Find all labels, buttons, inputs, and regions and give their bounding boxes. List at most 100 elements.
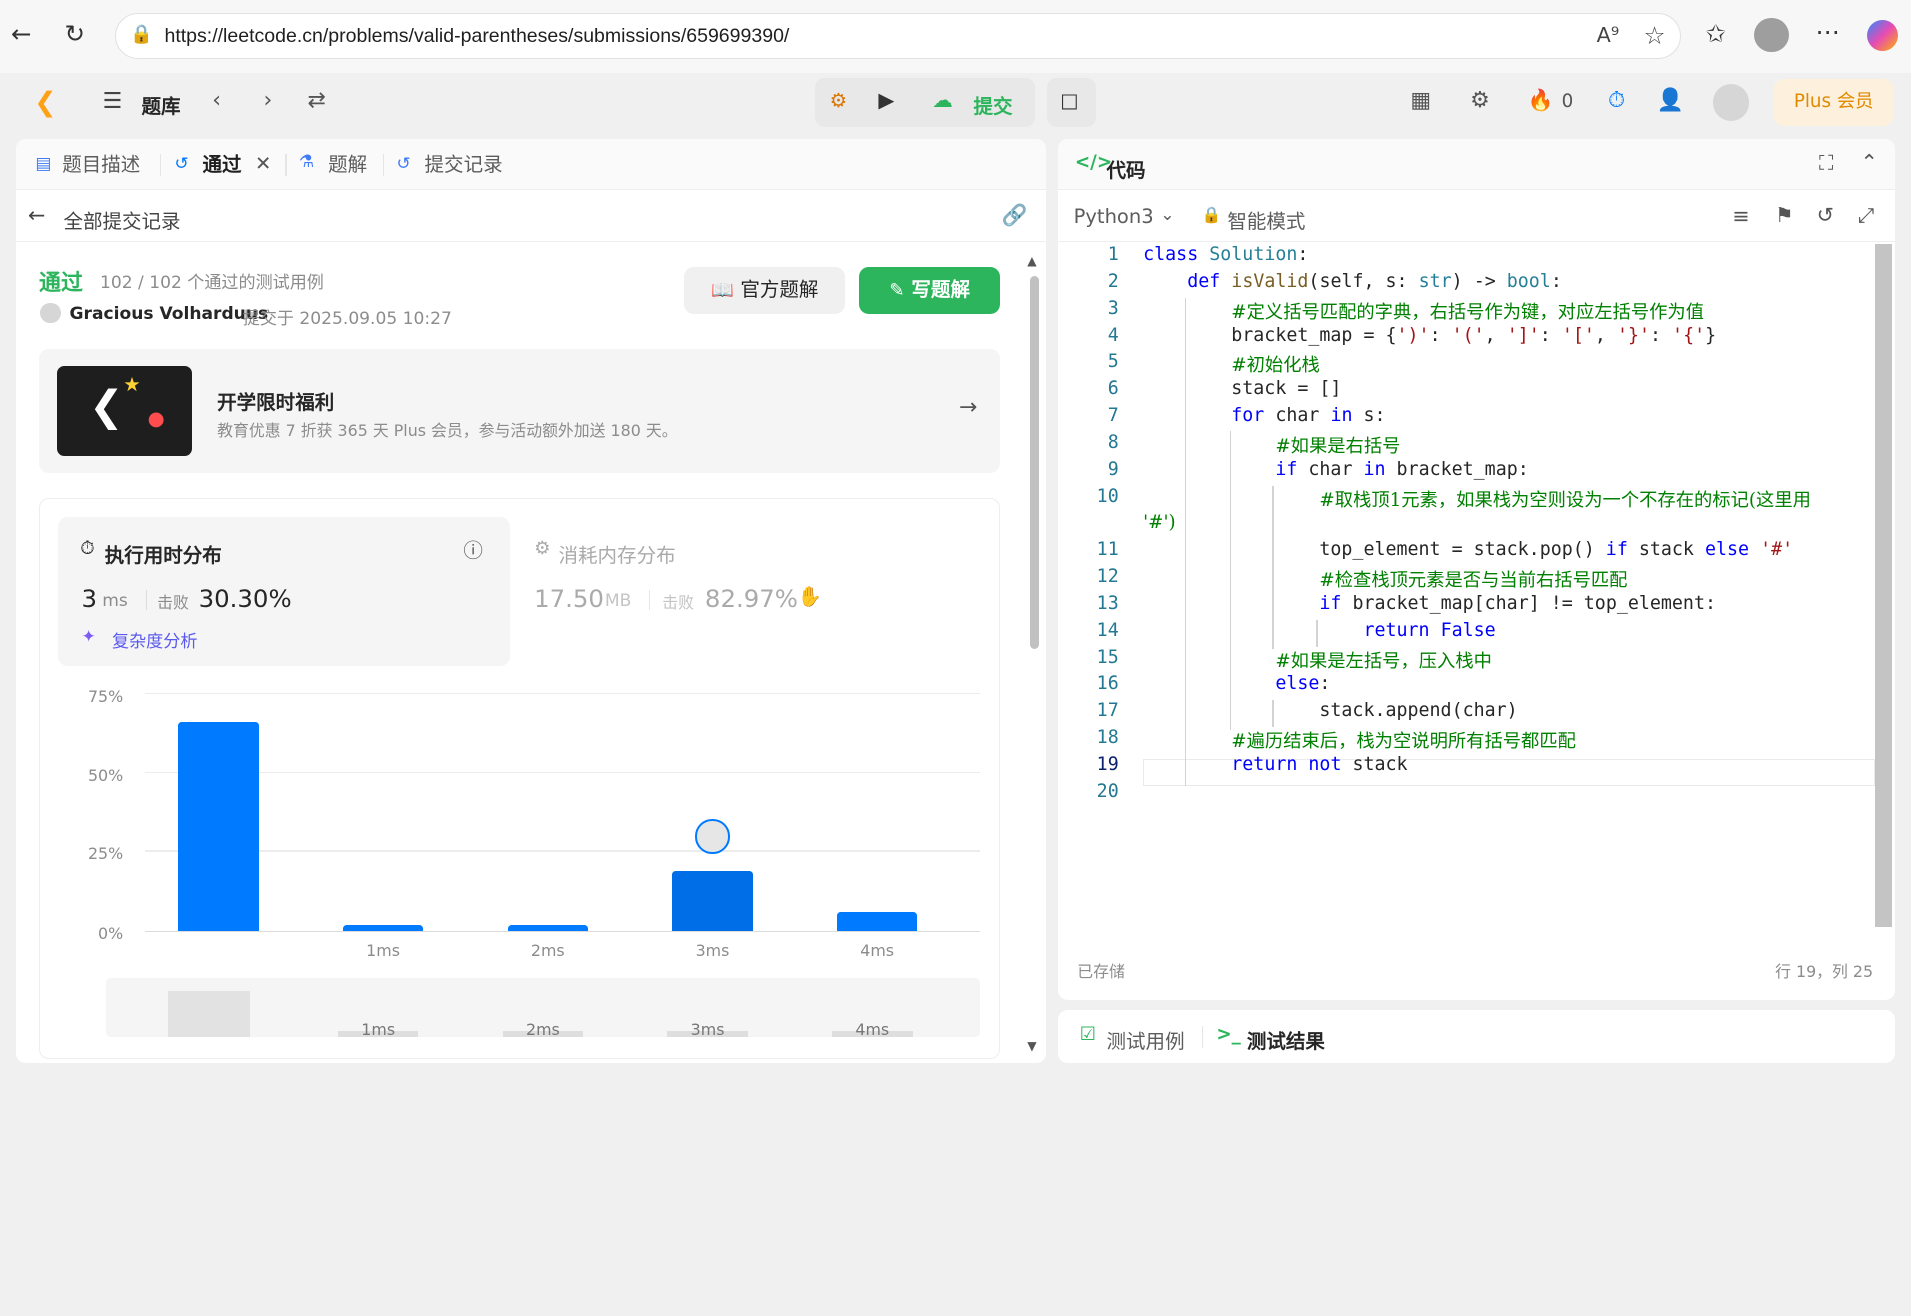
back-arrow-icon[interactable]: ←: [11, 21, 31, 46]
line-number: 17: [1096, 700, 1119, 722]
y-tick-label: 0%: [98, 923, 124, 943]
smart-mode[interactable]: 智能模式: [1227, 205, 1305, 234]
leetcode-logo-icon[interactable]: ❮: [34, 87, 56, 118]
browser-toolbar: ← ↻ 🔒 https://leetcode.cn/problems/valid…: [0, 0, 1911, 74]
line-number: 15: [1096, 646, 1119, 668]
minimap-label: 1ms: [361, 1019, 396, 1039]
line-number: 16: [1096, 673, 1119, 695]
checkbox-icon: ☑: [1079, 1023, 1097, 1045]
line-number: 3: [1107, 297, 1119, 319]
layout-icon[interactable]: ▦: [1410, 88, 1431, 113]
my-submission-avatar: [695, 819, 730, 854]
settings-gear-icon[interactable]: ⚙: [1470, 88, 1490, 113]
code-line: bracket_map = {')': '(', ']': '[', '}': …: [1143, 324, 1717, 346]
line-number: 14: [1096, 619, 1119, 641]
editor-toolbar: Python3 ⌄ 🔒 智能模式 ≡ ⚑ ↺ ⤢: [1057, 190, 1895, 242]
fire-icon[interactable]: 🔥: [1527, 88, 1553, 113]
minimap-label: 4ms: [855, 1019, 890, 1039]
debug-icon[interactable]: ⚙: [830, 89, 848, 112]
lock-icon: 🔒: [130, 24, 154, 46]
plus-member-button[interactable]: Plus 会员: [1773, 79, 1894, 126]
refresh-icon[interactable]: ↻: [65, 21, 85, 46]
cursor-position: 行 19，列 25: [1775, 961, 1874, 981]
line-number: 1: [1107, 243, 1119, 265]
x-tick-label: 2ms: [530, 940, 565, 960]
list-icon[interactable]: ☰: [102, 89, 122, 114]
problem-list-link[interactable]: 题库: [142, 90, 181, 119]
bookmark-icon[interactable]: ⚑: [1775, 203, 1794, 227]
code-line: #检查栈顶元素是否与当前右括号匹配: [1319, 570, 1628, 592]
minimap-label: 3ms: [690, 1019, 725, 1039]
chart-bar[interactable]: [342, 924, 424, 931]
y-tick-label: 50%: [87, 766, 124, 786]
editor-scrollbar[interactable]: [1875, 243, 1893, 928]
chevron-down-icon[interactable]: ⌄: [1160, 205, 1174, 225]
line-number: 12: [1096, 566, 1119, 588]
y-tick-label: 75%: [87, 686, 124, 706]
minimap-label: 2ms: [525, 1019, 560, 1039]
favorite-star-icon[interactable]: ☆: [1644, 21, 1666, 50]
chart-bar[interactable]: [507, 924, 589, 931]
line-number: 20: [1096, 780, 1119, 802]
code-line: '#'): [1143, 512, 1176, 534]
fire-count: 0: [1561, 91, 1574, 113]
x-tick-label: 4ms: [860, 940, 895, 960]
editor-scroll-thumb[interactable]: [1875, 243, 1893, 928]
submit-button[interactable]: 提交: [974, 90, 1013, 119]
chart-bar[interactable]: [836, 911, 918, 931]
note-button[interactable]: □: [1046, 78, 1096, 127]
profile-avatar[interactable]: [1754, 18, 1789, 53]
line-number: 19: [1096, 753, 1119, 775]
user-avatar[interactable]: [1712, 84, 1750, 121]
format-icon[interactable]: ≡: [1732, 204, 1749, 228]
x-axis: [145, 930, 980, 933]
timer-icon[interactable]: ⏱: [1608, 88, 1625, 113]
code-editor[interactable]: 1 2 3 4 5 6 7 8 9 10 11 12 13 14 15 16 17 18 19 20 class So…: [1058, 243, 1895, 928]
grid-line: [145, 850, 980, 852]
chart-bar[interactable]: [672, 870, 753, 931]
copilot-icon[interactable]: [1866, 19, 1899, 52]
editor-title: 代码: [1106, 158, 1146, 182]
expand-icon[interactable]: ⤢: [1858, 203, 1875, 228]
line-number: 9: [1107, 458, 1119, 480]
code-line: #如果是右括号: [1275, 435, 1401, 457]
grid-line: [145, 772, 980, 774]
chart-bar[interactable]: [178, 721, 259, 931]
read-aloud-icon[interactable]: A⁹: [1597, 23, 1620, 47]
line-number: 6: [1107, 378, 1119, 400]
code-line: #定义括号匹配的字典，右括号作为键，对应左括号作为值: [1231, 301, 1705, 323]
tab-test-results[interactable]: 测试结果: [1247, 1025, 1325, 1054]
code-line: def isValid(self, s: str) -> bool:: [1187, 270, 1562, 292]
line-number: 5: [1107, 351, 1119, 373]
run-submit-group: ⚙ ▶ ☁ 提交: [814, 78, 1035, 127]
note-icon: □: [1060, 89, 1079, 113]
code-line: return False: [1363, 619, 1496, 641]
code-line: else:: [1275, 673, 1331, 695]
line-number: 7: [1107, 405, 1119, 427]
favorites-icon[interactable]: ✩: [1706, 21, 1726, 46]
add-friend-icon[interactable]: 👤: [1657, 88, 1684, 113]
more-icon[interactable]: ⋯: [1815, 19, 1839, 44]
code-line: if char in bracket_map:: [1275, 458, 1529, 480]
run-button[interactable]: ▶: [878, 88, 894, 112]
tab-testcases[interactable]: 测试用例: [1107, 1025, 1185, 1054]
code-line: class Solution:: [1143, 243, 1309, 265]
line-number: 8: [1107, 431, 1119, 453]
line-number: 11: [1096, 539, 1119, 561]
code-line: top_element = stack.pop() if stack else …: [1143, 539, 1794, 561]
code-line: if bracket_map[char] != top_element:: [1319, 592, 1716, 614]
code-line: #如果是左括号，压入栈中: [1275, 650, 1492, 672]
grid-line: [145, 692, 980, 695]
terminal-icon: >_: [1216, 1023, 1241, 1045]
test-panel: ☑ 测试用例 >_ 测试结果: [1057, 1010, 1895, 1063]
next-problem-icon[interactable]: ›: [264, 88, 273, 113]
shuffle-icon[interactable]: ⇄: [307, 88, 325, 113]
code-line: for char in s:: [1231, 405, 1386, 427]
collapse-icon[interactable]: ⌃: [1860, 150, 1877, 174]
reset-icon[interactable]: ↺: [1817, 203, 1834, 227]
fullscreen-icon[interactable]: ⛶: [1819, 151, 1834, 176]
prev-problem-icon[interactable]: ‹: [212, 88, 221, 113]
address-bar[interactable]: 🔒 https://leetcode.cn/problems/valid-par…: [114, 13, 1682, 59]
editor-panel: </> 代码 ⛶ ⌃ Python3 ⌄ 🔒 智能模式 ≡ ⚑ ↺ ⤢ 1234…: [1057, 139, 1895, 1001]
language-select[interactable]: Python3: [1074, 205, 1154, 228]
